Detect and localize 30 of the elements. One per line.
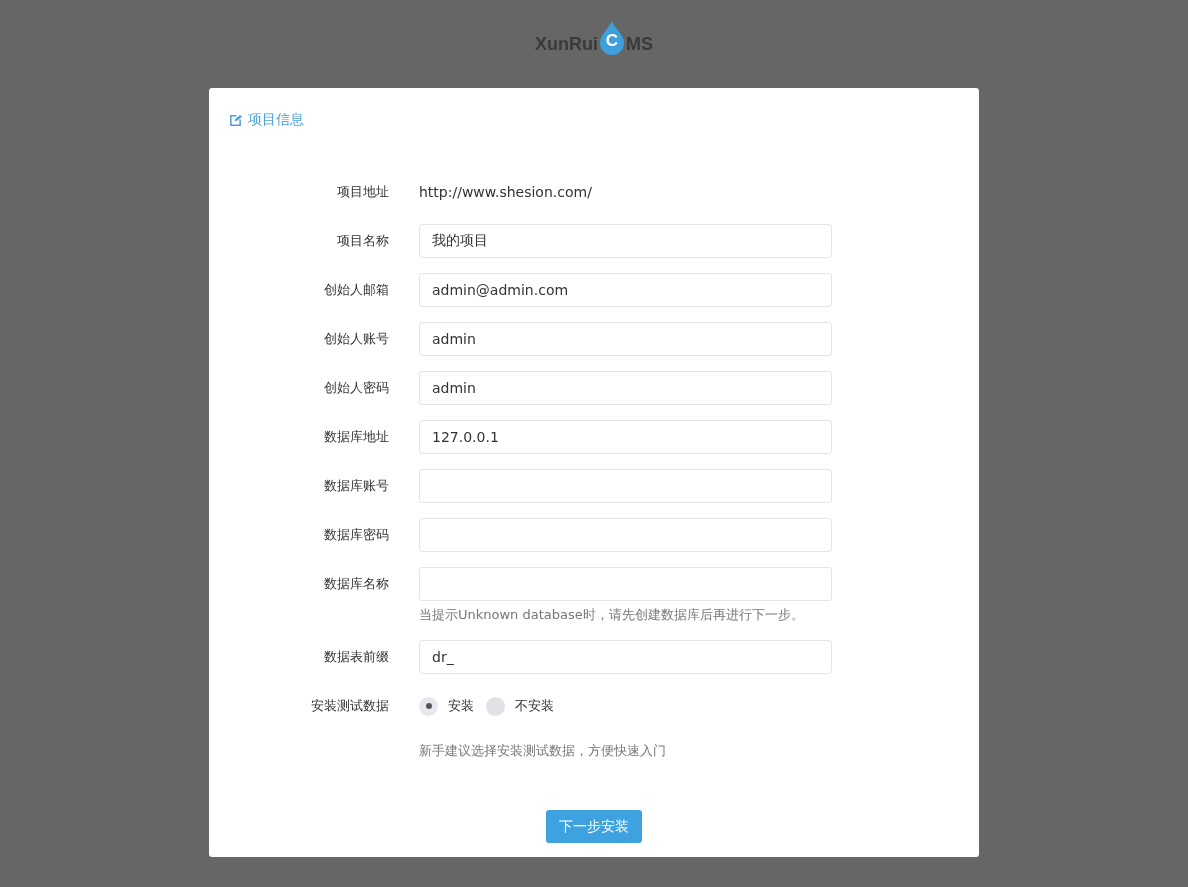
help-text: 新手建议选择安装测试数据，方便快速入门: [419, 742, 667, 760]
help-text: 当提示Unknown database时，请先创建数据库后再进行下一步。: [419, 606, 805, 624]
field-value: http://www.shesion.com/: [419, 183, 593, 202]
logo-drop-icon: C: [598, 20, 626, 56]
panel-title: 项目信息: [248, 111, 304, 129]
field-label: 创始人账号: [323, 330, 389, 348]
input-field[interactable]: [419, 567, 832, 601]
radio-button[interactable]: [419, 696, 438, 716]
input-field[interactable]: admin: [419, 322, 832, 356]
field-label: 数据表前缀: [323, 648, 389, 666]
radio-label[interactable]: 不安装: [515, 697, 554, 715]
input-field[interactable]: 127.0.0.1: [419, 420, 832, 454]
input-field[interactable]: 我的项目: [419, 224, 832, 258]
edit-icon: [229, 113, 242, 127]
input-field[interactable]: [419, 518, 832, 552]
field-label: 创始人邮箱: [323, 281, 389, 299]
radio-button[interactable]: [486, 696, 505, 716]
field-label: 数据库名称: [323, 575, 389, 593]
input-field[interactable]: [419, 469, 832, 503]
input-field[interactable]: admin@admin.com: [419, 273, 832, 307]
field-label: 数据库账号: [323, 477, 389, 495]
field-label: 项目地址: [336, 183, 389, 201]
field-label: 项目名称: [336, 232, 389, 250]
field-label: 安装测试数据: [310, 697, 389, 715]
field-label: 数据库密码: [323, 526, 389, 544]
radio-label[interactable]: 安装: [448, 697, 474, 715]
field-label: 创始人密码: [323, 379, 389, 397]
field-label: 数据库地址: [323, 428, 389, 446]
input-field[interactable]: dr_: [419, 640, 832, 674]
input-field[interactable]: admin: [419, 371, 832, 405]
